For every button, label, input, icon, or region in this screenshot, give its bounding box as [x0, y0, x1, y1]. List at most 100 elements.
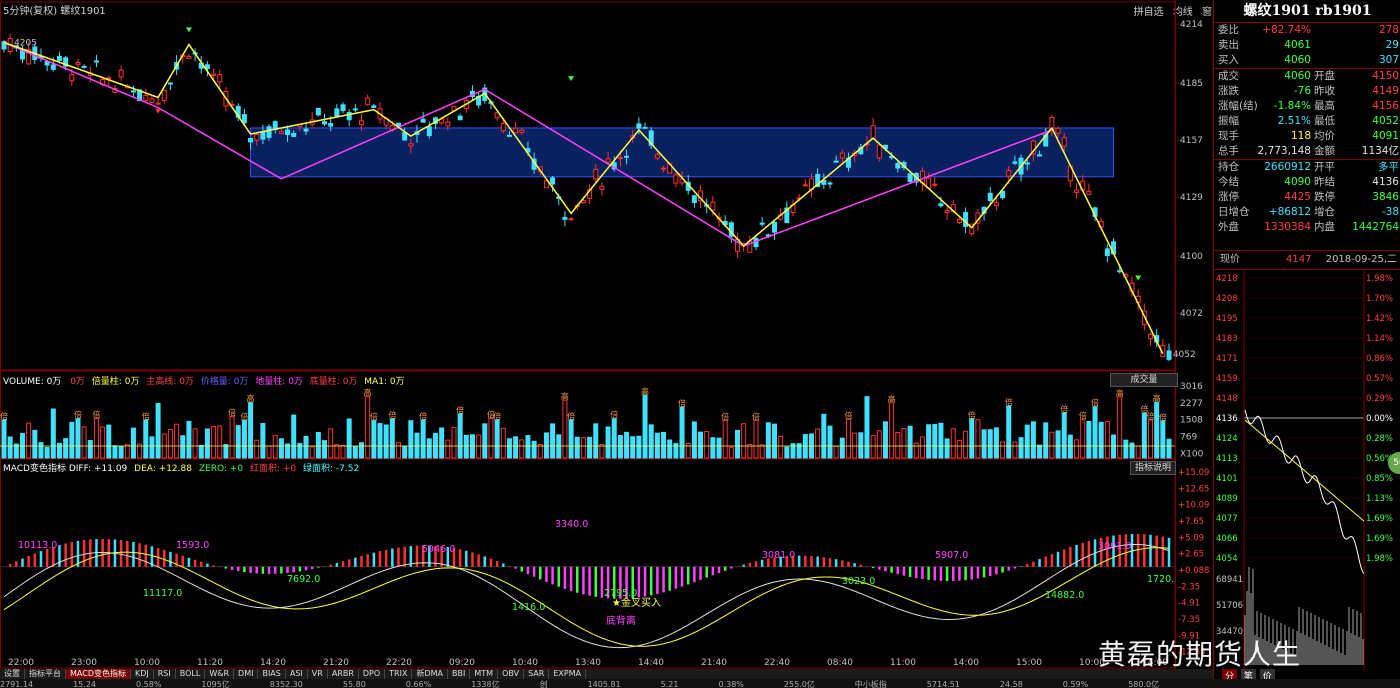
volume-bar: [568, 419, 574, 459]
volume-mark: 倍: [752, 411, 760, 421]
volume-bar: [821, 413, 827, 459]
candle: [204, 64, 210, 70]
indicator-tab[interactable]: RSI: [154, 669, 176, 679]
macd-help-button[interactable]: 指标说明: [1130, 461, 1176, 475]
volume-bar: [488, 417, 494, 459]
indicator-tab[interactable]: BOLL: [176, 669, 206, 679]
volume-bar: [149, 436, 155, 459]
quote-label: 增仓: [1314, 206, 1335, 218]
indicator-tab[interactable]: 指标平台: [25, 669, 66, 679]
macd-tick-label: +12.65: [1178, 484, 1209, 494]
quote-row: 振幅 2.51% 最低 4052: [1214, 114, 1400, 129]
volume-bar: [402, 445, 408, 459]
volume-mark: 高: [561, 391, 569, 401]
candle: [938, 203, 944, 207]
volume-bar: [408, 420, 414, 459]
indicator-tab[interactable]: 设置: [0, 669, 25, 679]
intraday-price-label: 4054: [1216, 554, 1238, 564]
volume-bar: [106, 424, 112, 459]
volume-bar: [75, 418, 81, 459]
volume-bar: [679, 406, 685, 459]
indicator-tab[interactable]: SAR: [524, 669, 550, 679]
quote-label: 持仓: [1218, 161, 1239, 173]
indicator-tab[interactable]: MACD变色指标: [66, 669, 131, 679]
candle: [1117, 270, 1123, 273]
volume-bar: [562, 399, 568, 459]
signal-arrow: [1135, 275, 1142, 281]
quote-value: -38: [1381, 206, 1399, 218]
volume-bar: [636, 435, 642, 459]
volume-bar: [901, 427, 907, 459]
volume-bar: [1166, 438, 1172, 459]
volume-bar: [482, 423, 488, 459]
volume-bar: [864, 396, 870, 459]
volume-bar: [192, 428, 198, 459]
volume-bar: [1154, 401, 1160, 459]
indicator-tab[interactable]: ARBR: [328, 669, 359, 679]
status-value: 5714.51: [926, 680, 960, 688]
quote-label: 昨结: [1314, 176, 1335, 188]
vol-legend-5: 地量柱: 0万: [255, 377, 303, 387]
price-tick-label: 4185: [1180, 79, 1203, 89]
volume-bar: [987, 429, 993, 459]
volume-mark: 倍: [419, 411, 427, 421]
intraday-chart[interactable]: 4218 1.98% 4208 1.70% 4195 1.42% 4183 1.14% 4171…: [1214, 270, 1400, 670]
indicator-tab[interactable]: DMI: [234, 669, 259, 679]
indicator-tab[interactable]: ASI: [286, 669, 308, 679]
indicator-tab[interactable]: 新DMA: [412, 669, 449, 679]
kline-chart[interactable]: 42054052 倍倍倍倍倍倍高高倍倍倍倍倍倍高倍 倍高倍倍倍倍高倍倍倍倍倍高倍倍…: [0, 0, 1213, 669]
quote-value: 3846: [1372, 191, 1399, 203]
volume-bar: [735, 429, 741, 459]
indicator-tab[interactable]: TRIX: [385, 669, 413, 679]
quote-value: 2660912: [1264, 161, 1311, 173]
volume-bar: [63, 438, 69, 459]
indicator-tab[interactable]: OBV: [498, 669, 525, 679]
current-datetime: 2018-09-25,二: [1325, 254, 1397, 265]
candle: [365, 97, 371, 106]
low-price-label: 4052: [1173, 350, 1196, 360]
volume-bar: [1024, 424, 1030, 459]
quote-row: 持仓 2660912 开平 多平: [1214, 159, 1400, 175]
candle: [1086, 190, 1092, 195]
status-value: 8352.30: [269, 680, 303, 688]
volume-button[interactable]: 成交量: [1110, 373, 1178, 387]
indicator-tab[interactable]: BIAS: [258, 669, 286, 679]
volume-bar: [870, 435, 876, 459]
quote-value: 29: [1385, 39, 1399, 51]
volume-bar: [1018, 437, 1024, 459]
candle: [907, 173, 913, 182]
volume-bar: [494, 419, 500, 459]
candle: [278, 131, 284, 135]
volume-bar: [531, 440, 537, 459]
candle: [241, 114, 247, 124]
intraday-price-label: 4148: [1216, 394, 1238, 404]
indicator-tab[interactable]: VR: [308, 669, 328, 679]
volume-mark: 倍: [1060, 404, 1068, 414]
volume-bar: [420, 419, 426, 459]
indicator-tab[interactable]: KDJ: [131, 669, 154, 679]
volume-bar: [919, 436, 925, 459]
volume-bar: [932, 423, 938, 459]
volume-bar: [1055, 430, 1061, 459]
indicator-tab[interactable]: EXPMA: [549, 669, 587, 679]
volume-bar: [722, 419, 728, 459]
quote-label: 跌停: [1314, 191, 1335, 203]
volume-bar: [513, 436, 519, 459]
volume-bar: [667, 439, 673, 459]
indicator-tab[interactable]: W&R: [205, 669, 235, 679]
time-tick-label: 11:20: [197, 658, 223, 668]
volume-bar: [593, 423, 599, 459]
candle: [1012, 161, 1018, 164]
status-value: 24.58: [999, 680, 1023, 688]
indicator-tab[interactable]: DPO: [359, 669, 386, 679]
macd-panel: 10113.0 11117.0 1593.0 7692.0 5946.0 3340.0 14…: [0, 519, 1175, 649]
volume-bar: [180, 435, 186, 459]
indicator-tab[interactable]: MTM: [470, 669, 499, 679]
volume-bar: [383, 424, 389, 459]
volume-bar: [395, 442, 401, 459]
candle: [895, 163, 901, 169]
status-value: 0.38%: [718, 680, 744, 688]
volume-bar: [1148, 419, 1154, 459]
volume-bar: [303, 435, 309, 459]
indicator-tab[interactable]: BBI: [448, 669, 471, 679]
